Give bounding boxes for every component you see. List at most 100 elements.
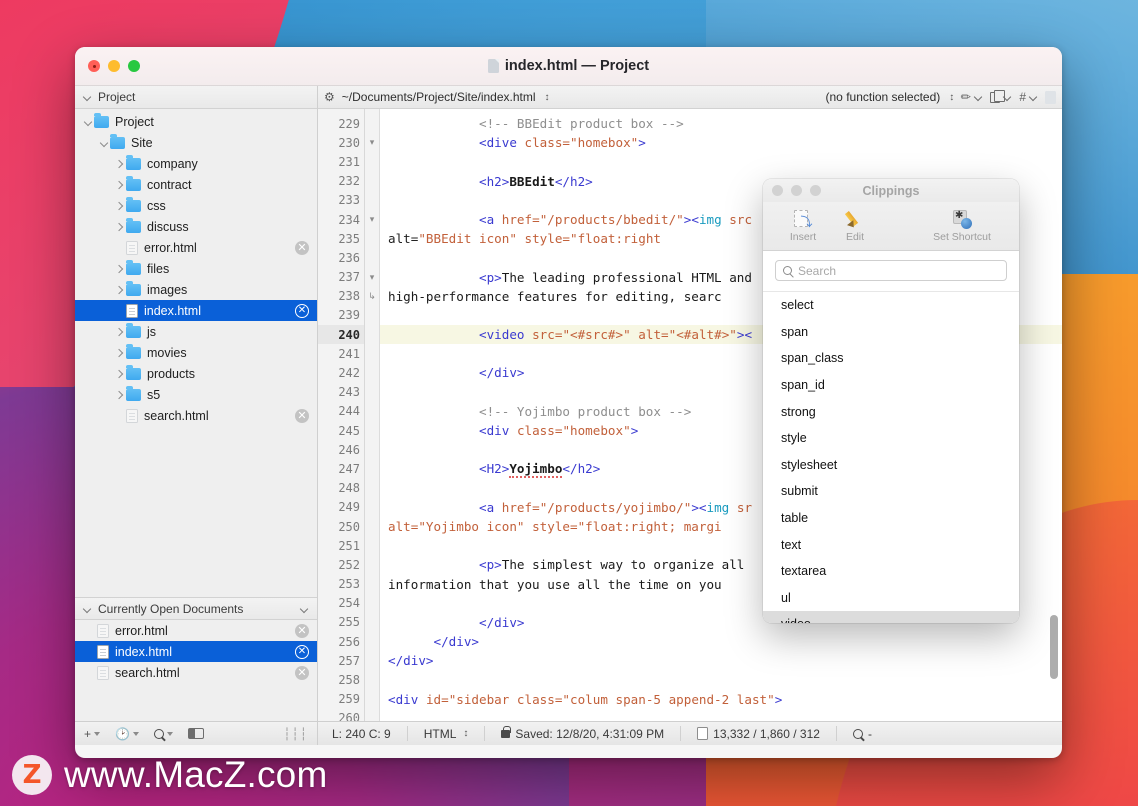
resize-grip-icon[interactable]: ┆┆┆ (283, 727, 308, 741)
code-line[interactable]: </div> (380, 632, 1062, 651)
clipping-item-span_class[interactable]: span_class (763, 345, 1019, 372)
close-file-button[interactable]: ✕ (295, 240, 309, 255)
tree-item-css[interactable]: css (75, 195, 317, 216)
clippings-set-shortcut-button[interactable]: ✱ Set Shortcut (919, 209, 1005, 243)
open-documents-list[interactable]: error.html ✕ index.html ✕ search.html ✕ (75, 620, 317, 721)
open-doc-search-html[interactable]: search.html ✕ (75, 662, 317, 683)
code-fold-toggle[interactable]: ↳ (365, 287, 379, 306)
close-window-button[interactable] (88, 60, 100, 72)
tree-item-js[interactable]: js (75, 321, 317, 342)
function-stepper-icon[interactable]: ↕ (949, 92, 954, 103)
disclosure-triangle[interactable] (113, 286, 126, 294)
hash-menu-button[interactable]: # (1019, 90, 1038, 104)
chevron-down-icon[interactable] (83, 604, 92, 613)
disclosure-triangle[interactable] (113, 223, 126, 231)
close-file-button[interactable]: ✕ (295, 623, 309, 638)
gear-icon[interactable]: ⚙ (324, 90, 335, 104)
code-line[interactable] (380, 670, 1062, 689)
tree-item-files[interactable]: files (75, 258, 317, 279)
disclosure-triangle[interactable] (97, 139, 110, 147)
tree-item-contract[interactable]: contract (75, 174, 317, 195)
code-fold-toggle[interactable]: ▾ (365, 210, 379, 229)
close-file-button[interactable]: ✕ (295, 665, 309, 680)
code-fold-toggle[interactable]: ▾ (365, 133, 379, 152)
split-editor-icon[interactable] (1045, 90, 1056, 104)
code-line[interactable] (380, 709, 1062, 721)
clipping-item-text[interactable]: text (763, 531, 1019, 558)
editor-vertical-scrollbar[interactable] (1050, 117, 1058, 713)
code-fold-toggle[interactable]: ▾ (365, 268, 379, 287)
panel-toggle-icon[interactable] (187, 728, 204, 739)
project-file-tree[interactable]: Project Site company contract css discuss erro… (75, 109, 317, 597)
clipping-item-strong[interactable]: strong (763, 398, 1019, 425)
tree-item-discuss[interactable]: discuss (75, 216, 317, 237)
tree-item-images[interactable]: images (75, 279, 317, 300)
clippings-edit-button[interactable]: Edit (829, 210, 881, 243)
code-line[interactable]: <!-- BBEdit product box --> (380, 114, 1062, 133)
clipping-item-ul[interactable]: ul (763, 585, 1019, 612)
recents-button[interactable]: 🕑 (115, 727, 139, 741)
chevron-down-icon[interactable] (83, 93, 92, 102)
clipping-item-stylesheet[interactable]: stylesheet (763, 452, 1019, 479)
function-selector[interactable]: (no function selected) (826, 90, 941, 104)
sidebar-search-button[interactable] (153, 728, 173, 739)
disclosure-triangle[interactable] (113, 328, 126, 336)
clipping-item-select[interactable]: select (763, 292, 1019, 319)
path-stepper-icon[interactable]: ↕ (545, 92, 550, 103)
disclosure-triangle[interactable] (113, 265, 126, 273)
add-item-button[interactable]: + (84, 727, 101, 741)
tree-item-error-html[interactable]: error.html ✕ (75, 237, 317, 258)
close-file-button[interactable]: ✕ (295, 303, 309, 318)
pencil-menu-button[interactable]: ✎ (958, 88, 983, 105)
disclosure-triangle[interactable] (113, 349, 126, 357)
zoom-window-button[interactable] (128, 60, 140, 72)
search-input[interactable] (798, 263, 999, 278)
code-line[interactable] (380, 152, 1062, 171)
copy-menu-button[interactable] (990, 90, 1012, 103)
clipping-item-span[interactable]: span (763, 319, 1019, 346)
tree-item-Site[interactable]: Site (75, 132, 317, 153)
folder-icon (126, 322, 141, 338)
tree-item-s5[interactable]: s5 (75, 384, 317, 405)
tree-item-company[interactable]: company (75, 153, 317, 174)
tree-item-index-html[interactable]: index.html ✕ (75, 300, 317, 321)
clippings-insert-button[interactable]: ⤵ Insert (777, 209, 829, 243)
clippings-search-field[interactable] (775, 260, 1007, 281)
language-selector[interactable]: HTML ↕ (424, 727, 469, 741)
tree-item-products[interactable]: products (75, 363, 317, 384)
code-line[interactable]: <div id="sidebar class="colum span-5 app… (380, 690, 1062, 709)
disclosure-triangle[interactable] (113, 391, 126, 399)
code-line[interactable]: </div> (380, 651, 1062, 670)
clipping-item-textarea[interactable]: textarea (763, 558, 1019, 585)
tree-item-Project[interactable]: Project (75, 111, 317, 132)
clipping-item-submit[interactable]: submit (763, 478, 1019, 505)
clipping-item-style[interactable]: style (763, 425, 1019, 452)
file-path-label[interactable]: ~/Documents/Project/Site/index.html (342, 90, 536, 104)
chevron-down-menu-icon[interactable] (300, 604, 309, 613)
code-line[interactable]: <dive class="homebox"> (380, 133, 1062, 152)
minimize-window-button[interactable] (108, 60, 120, 72)
open-documents-header[interactable]: Currently Open Documents (75, 597, 317, 620)
clipping-item-span_id[interactable]: span_id (763, 372, 1019, 399)
scrollbar-thumb[interactable] (1050, 615, 1058, 679)
disclosure-triangle[interactable] (81, 118, 94, 126)
disclosure-triangle[interactable] (113, 181, 126, 189)
close-file-button[interactable]: ✕ (295, 644, 309, 659)
open-doc-error-html[interactable]: error.html ✕ (75, 620, 317, 641)
code-fold-gutter[interactable]: ▾ ▾ ▾ ↳ (365, 109, 380, 721)
find-status[interactable]: - (852, 727, 872, 741)
close-file-button[interactable]: ✕ (295, 408, 309, 423)
disclosure-triangle[interactable] (113, 370, 126, 378)
clippings-list[interactable]: select span span_class span_id strong style st… (763, 291, 1019, 623)
tree-item-search-html[interactable]: search.html ✕ (75, 405, 317, 426)
disclosure-triangle[interactable] (113, 202, 126, 210)
open-doc-index-html[interactable]: index.html ✕ (75, 641, 317, 662)
unlocked-lock-icon[interactable] (501, 725, 512, 738)
disclosure-triangle[interactable] (113, 160, 126, 168)
clipping-item-table[interactable]: table (763, 505, 1019, 532)
line-number: 257 (338, 653, 360, 668)
tree-item-movies[interactable]: movies (75, 342, 317, 363)
file-icon (126, 303, 138, 318)
clipping-item-video[interactable]: video (763, 611, 1019, 623)
sidebar-header[interactable]: Project (75, 86, 317, 109)
